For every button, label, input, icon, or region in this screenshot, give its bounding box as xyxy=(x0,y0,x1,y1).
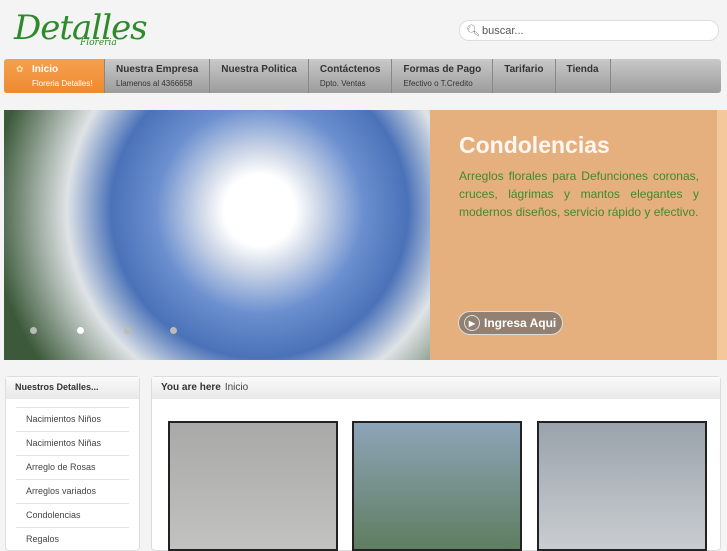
logo[interactable]: Detalles Floreria xyxy=(14,8,148,48)
main-nav: ✿ Inicio Floreria Detalles! Nuestra Empres… xyxy=(4,59,721,93)
slide-dot[interactable] xyxy=(30,327,37,334)
breadcrumb: You are here Inicio xyxy=(152,377,720,399)
play-icon: ▶ xyxy=(464,315,480,331)
nav-nuestra-empresa[interactable]: Nuestra Empresa Llamenos al 4366658 xyxy=(105,59,211,93)
product-image[interactable] xyxy=(168,421,338,551)
search-input[interactable]: 🔍︎ buscar... xyxy=(459,20,719,41)
nav-tarifario[interactable]: Tarifario xyxy=(493,59,556,93)
product-image[interactable] xyxy=(537,421,707,551)
nav-nuestra-politica[interactable]: Nuestra Politica xyxy=(210,59,309,93)
slideshow: Condolencias Arreglos florales para Defu… xyxy=(4,110,727,360)
search-icon: 🔍︎ xyxy=(466,25,480,37)
slide-dot[interactable] xyxy=(170,327,177,334)
slide-image xyxy=(4,110,430,360)
slide-caption: Condolencias Arreglos florales para Defu… xyxy=(430,110,717,360)
sidebar-title: Nuestros Detalles... xyxy=(6,377,139,399)
sidebar-item[interactable]: Regalos xyxy=(16,527,129,551)
sidebar-item[interactable]: Condolencias xyxy=(16,503,129,527)
sidebar-item[interactable]: Nacimientos Niñas xyxy=(16,431,129,455)
sidebar-item[interactable]: Arreglo de Rosas xyxy=(16,455,129,479)
slide-text: Arreglos florales para Defunciones coron… xyxy=(459,169,699,219)
main-content: You are here Inicio xyxy=(151,376,721,551)
sidebar-item[interactable]: Arreglos variados xyxy=(16,479,129,503)
sidebar: Nuestros Detalles... Nacimientos Niños N… xyxy=(5,376,140,551)
sidebar-item[interactable]: Nacimientos Niños xyxy=(16,407,129,431)
nav-contactenos[interactable]: Contáctenos Dpto. Ventas xyxy=(309,59,393,93)
slide-edge xyxy=(717,110,727,360)
nav-inicio[interactable]: ✿ Inicio Floreria Detalles! xyxy=(4,59,105,93)
slide-dot[interactable] xyxy=(124,327,131,334)
slide-dot-active[interactable] xyxy=(77,327,84,334)
product-image[interactable] xyxy=(352,421,522,551)
slide-title: Condolencias xyxy=(459,132,610,158)
home-icon: ✿ xyxy=(16,64,24,74)
nav-tienda[interactable]: Tienda xyxy=(556,59,611,93)
nav-formas-de-pago[interactable]: Formas de Pago Efectivo o T.Credito xyxy=(392,59,494,93)
ingresa-aqui-button[interactable]: ▶ Ingresa Aqui xyxy=(458,311,563,335)
